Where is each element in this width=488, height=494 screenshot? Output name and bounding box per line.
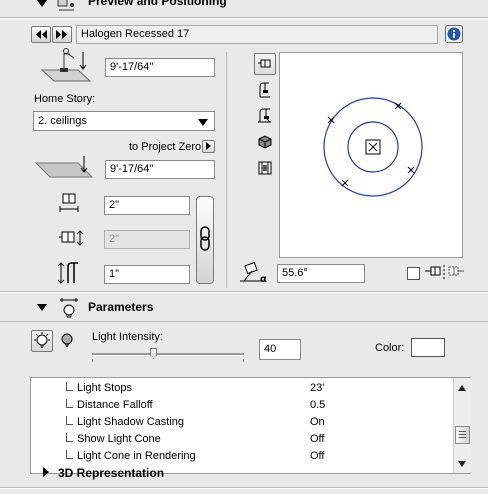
expand-arrow-icon[interactable] xyxy=(43,467,49,477)
svg-text:α: α xyxy=(260,274,267,284)
depth-icon xyxy=(59,230,84,246)
height-icon xyxy=(58,262,78,284)
next-item-button[interactable] xyxy=(52,26,72,43)
list-item-value[interactable]: Off xyxy=(310,431,324,448)
list-item-value[interactable]: Off xyxy=(310,448,324,465)
film-view-icon[interactable] xyxy=(257,160,273,176)
light-intensity-input[interactable]: 40 xyxy=(259,339,301,360)
light-intensity-slider[interactable] xyxy=(92,348,244,362)
light-shade-icon[interactable] xyxy=(59,332,75,350)
scroll-thumb[interactable] xyxy=(455,426,470,444)
slider-thumb[interactable] xyxy=(150,348,157,359)
list-item-value[interactable]: On xyxy=(310,414,325,431)
chevron-down-icon xyxy=(198,119,208,126)
height-input[interactable]: 1" xyxy=(104,265,190,284)
list-item[interactable]: Show Light Cone xyxy=(77,431,161,448)
3d-view-icon[interactable] xyxy=(257,134,273,150)
mirror-checkbox[interactable] xyxy=(407,267,420,280)
list-item-value[interactable]: 23' xyxy=(310,380,324,397)
light-plan-preview xyxy=(323,97,423,197)
link-dimensions-button[interactable] xyxy=(196,196,214,284)
info-icon xyxy=(447,27,461,41)
chain-link-icon xyxy=(200,226,210,251)
project-zero-toggle-button[interactable] xyxy=(202,140,215,153)
home-story-select[interactable]: 2. ceilings xyxy=(33,111,215,131)
project-zero-label: to Project Zero xyxy=(129,141,202,153)
mirror-icon xyxy=(425,265,464,281)
play-right-icon xyxy=(206,142,211,150)
previous-icon xyxy=(36,30,47,39)
width-icon xyxy=(59,193,79,212)
elevation-input[interactable]: 9'-17/64" xyxy=(105,58,215,77)
info-button[interactable] xyxy=(445,25,463,43)
list-item[interactable]: Light Cone in Rendering xyxy=(77,448,196,465)
slider-track xyxy=(92,353,244,356)
project-zero-input[interactable]: 9'-17/64" xyxy=(105,160,215,179)
light-bulb-icon xyxy=(34,332,50,348)
list-item-value[interactable]: 0.5 xyxy=(310,397,325,414)
front-view-icon[interactable] xyxy=(257,108,273,124)
slider-ticks xyxy=(92,359,244,362)
list-item[interactable]: Light Stops xyxy=(77,380,132,397)
color-swatch-button[interactable] xyxy=(411,338,445,357)
rotation-angle-input[interactable]: 55.6° xyxy=(277,264,365,283)
parameters-section-title: Parameters xyxy=(88,300,154,314)
next-icon xyxy=(56,30,67,39)
light-bulb-button[interactable] xyxy=(31,330,53,352)
list-item[interactable]: Light Shadow Casting xyxy=(77,414,184,431)
preview-section-header[interactable]: Preview and Positioning xyxy=(0,0,488,14)
plan-view-button[interactable] xyxy=(254,53,276,75)
preview-section-title: Preview and Positioning xyxy=(88,0,227,8)
light-intensity-label: Light Intensity: xyxy=(92,331,163,343)
preview-section-icon xyxy=(57,0,74,11)
elevation-to-project-zero-icon xyxy=(34,156,94,178)
collapse-arrow-icon[interactable] xyxy=(37,304,47,311)
object-name-text: Halogen Recessed 17 xyxy=(81,28,190,40)
list-scrollbar[interactable] xyxy=(453,378,471,473)
list-item[interactable]: Distance Falloff xyxy=(77,397,153,414)
scroll-up-icon[interactable] xyxy=(458,385,466,391)
plan-view-icon xyxy=(258,59,271,68)
parameters-section-icon xyxy=(60,298,78,318)
scroll-down-icon[interactable] xyxy=(458,461,466,467)
previous-item-button[interactable] xyxy=(31,26,51,43)
parameters-section-header[interactable]: Parameters xyxy=(0,296,488,320)
elevation-to-story-icon xyxy=(40,48,92,82)
color-label: Color: xyxy=(375,342,405,354)
width-input[interactable]: 2" xyxy=(104,196,190,215)
collapse-arrow-icon[interactable] xyxy=(37,0,47,7)
home-story-label: Home Story: xyxy=(34,93,96,105)
side-view-icon[interactable] xyxy=(257,82,273,98)
depth-input[interactable]: 2" xyxy=(104,230,190,249)
rotation-angle-icon: α xyxy=(240,262,267,284)
preview-canvas xyxy=(279,52,463,258)
object-name-field: Halogen Recessed 17 xyxy=(76,25,438,44)
group-label-3d-representation[interactable]: 3D Representation xyxy=(58,465,164,481)
